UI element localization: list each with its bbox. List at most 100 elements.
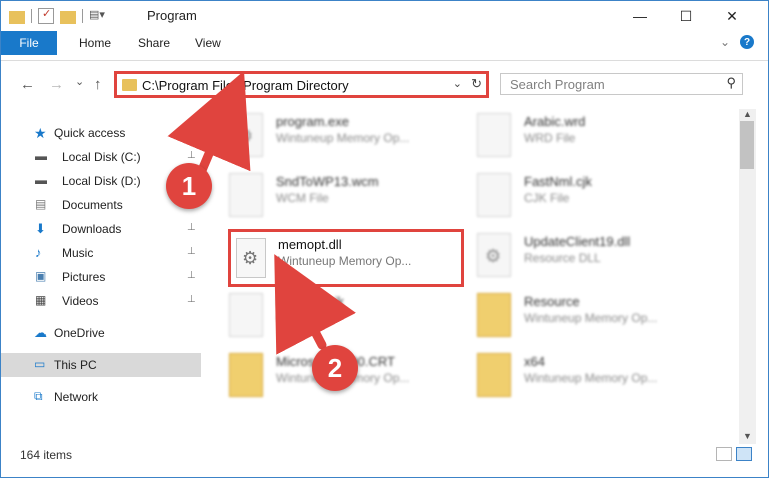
folder-icon [122,79,137,91]
file-type: Wintuneup Memory Op... [524,311,658,325]
documents-icon: ▤ [35,197,47,211]
file-tile[interactable]: Arabic.wrd WRD File [455,111,695,167]
cloud-icon: ☁ [34,325,47,340]
sidebar-item-label: Local Disk (D:) [62,174,141,188]
sidebar-item-quick-access[interactable]: ★ Quick access [1,121,201,145]
scroll-up-icon[interactable]: ▲ [743,109,752,119]
tab-share[interactable]: Share [138,31,170,55]
address-bar[interactable]: C:\Program Files\Program Directory ⌄ ↻ [114,71,489,98]
search-icon[interactable]: ⚲ [726,75,736,91]
dll-file-icon [236,238,266,278]
properties-icon[interactable]: ✓ [38,8,54,24]
sidebar-item-label: Quick access [54,126,126,140]
drive-icon: ▬ [35,149,47,163]
maximize-button[interactable]: ☐ [663,1,709,31]
close-button[interactable]: ✕ [709,1,755,31]
file-tile[interactable]: program.exe Wintuneup Memory Op... [207,111,447,167]
tab-home[interactable]: Home [79,31,111,55]
chevron-down-icon[interactable]: ⌄ [720,35,730,49]
network-icon: ⧉ [34,389,43,403]
explorer-window: ✓ ▤▾ Program — ☐ ✕ File Home Share View … [0,0,769,478]
music-icon: ♪ [35,245,42,260]
sidebar-item-downloads[interactable]: ⬇ Downloads ⊥ [1,217,201,241]
status-bar: 164 items [1,445,768,469]
quick-access-toolbar: ✓ ▤▾ [9,8,105,24]
file-list: program.exe Wintuneup Memory Op... SndToWP… [207,109,737,439]
download-icon: ⬇ [35,221,46,236]
file-name: x64 [524,354,545,369]
highlighted-file-tile[interactable]: memopt.dll Wintuneup Memory Op... [228,229,464,287]
sidebar-item-onedrive[interactable]: ☁ OneDrive [1,321,201,345]
file-tile[interactable]: Resource Wintuneup Memory Op... [455,291,695,347]
window-title: Program [147,8,197,23]
divider [82,9,83,23]
vertical-scrollbar[interactable]: ▲ ▼ [739,109,756,444]
file-name: memopt.dll [278,237,342,252]
tab-file[interactable]: File [1,31,57,55]
file-tile[interactable]: Platform.cjk CJK File [207,291,447,347]
file-type: WRD File [524,131,576,145]
sidebar-item-label: Local Disk (C:) [62,150,141,164]
up-button[interactable]: ↑ [94,76,102,93]
file-name: UpdateClient19.dll [524,234,631,249]
scroll-down-icon[interactable]: ▼ [743,431,752,441]
folder-icon [9,10,25,24]
navigation-pane: ★ Quick access ▬ Local Disk (C:) ⊥ ▬ Local Dis… [1,109,206,439]
pin-icon: ⊥ [187,222,196,233]
folder-icon [229,353,263,397]
navigation-bar: ← → ⌄ ↑ C:\Program Files\Program Directo… [1,62,768,108]
refresh-icon[interactable]: ↻ [471,76,482,92]
sidebar-item-label: Videos [62,294,99,308]
file-type: WCM File [276,191,329,205]
back-button[interactable]: ← [20,76,35,93]
ribbon-controls: ⌄ ? [720,35,754,49]
ribbon: File Home Share View ⌄ ? [1,31,768,61]
file-tile[interactable]: x64 Wintuneup Memory Op... [455,351,695,407]
minimize-button[interactable]: — [617,1,663,31]
file-icon [477,173,511,217]
tab-view[interactable]: View [195,31,221,55]
step-2-marker: 2 [312,345,358,391]
details-view-icon[interactable] [716,447,732,461]
recent-locations-button[interactable]: ⌄ [75,75,84,88]
tiles-view-icon[interactable] [736,447,752,461]
file-type: Resource DLL [524,251,601,265]
file-type: CJK File [276,311,322,325]
file-tile[interactable]: UpdateClient19.dll Resource DLL [455,231,695,287]
help-button[interactable]: ? [740,35,754,49]
folder-icon [477,353,511,397]
file-icon [477,233,511,277]
drive-icon: ▬ [35,173,47,187]
sidebar-item-label: Network [54,390,99,404]
star-icon: ★ [34,125,47,141]
new-folder-icon[interactable] [60,10,76,24]
title-bar: ✓ ▤▾ Program — ☐ ✕ [1,1,768,31]
sidebar-item-pictures[interactable]: ▣ Pictures ⊥ [1,265,201,289]
pictures-icon: ▣ [35,269,47,283]
file-tile[interactable]: FastNml.cjk CJK File [455,171,695,227]
file-type: Wintuneup Memory Op... [524,371,658,385]
sidebar-item-label: Music [62,246,94,260]
file-name: FastNml.cjk [524,174,592,189]
scroll-thumb[interactable] [740,121,754,169]
pin-icon: ⊥ [187,294,196,305]
sidebar-item-this-pc[interactable]: ▭ This PC [1,353,201,377]
view-switcher [716,447,752,461]
customize-toolbar-icon[interactable]: ▤▾ [89,8,105,24]
videos-icon: ▦ [35,293,47,307]
chevron-down-icon[interactable]: ⌄ [453,77,462,90]
file-name: program.exe [276,114,349,129]
computer-icon: ▭ [34,357,46,371]
file-icon [229,173,263,217]
file-type: CJK File [524,191,570,205]
file-name: Platform.cjk [276,294,344,309]
sidebar-item-music[interactable]: ♪ Music ⊥ [1,241,201,265]
search-input[interactable]: Search Program ⚲ [500,73,743,95]
forward-button[interactable]: → [49,76,64,93]
address-path[interactable]: C:\Program Files\Program Directory [142,78,349,93]
file-type: Wintuneup Memory Op... [278,254,412,268]
sidebar-item-network[interactable]: ⧉ Network [1,385,201,409]
sidebar-item-videos[interactable]: ▦ Videos ⊥ [1,289,201,313]
sidebar-item-local-disk-c[interactable]: ▬ Local Disk (C:) ⊥ [1,145,201,169]
file-tile[interactable]: SndToWP13.wcm WCM File [207,171,447,227]
